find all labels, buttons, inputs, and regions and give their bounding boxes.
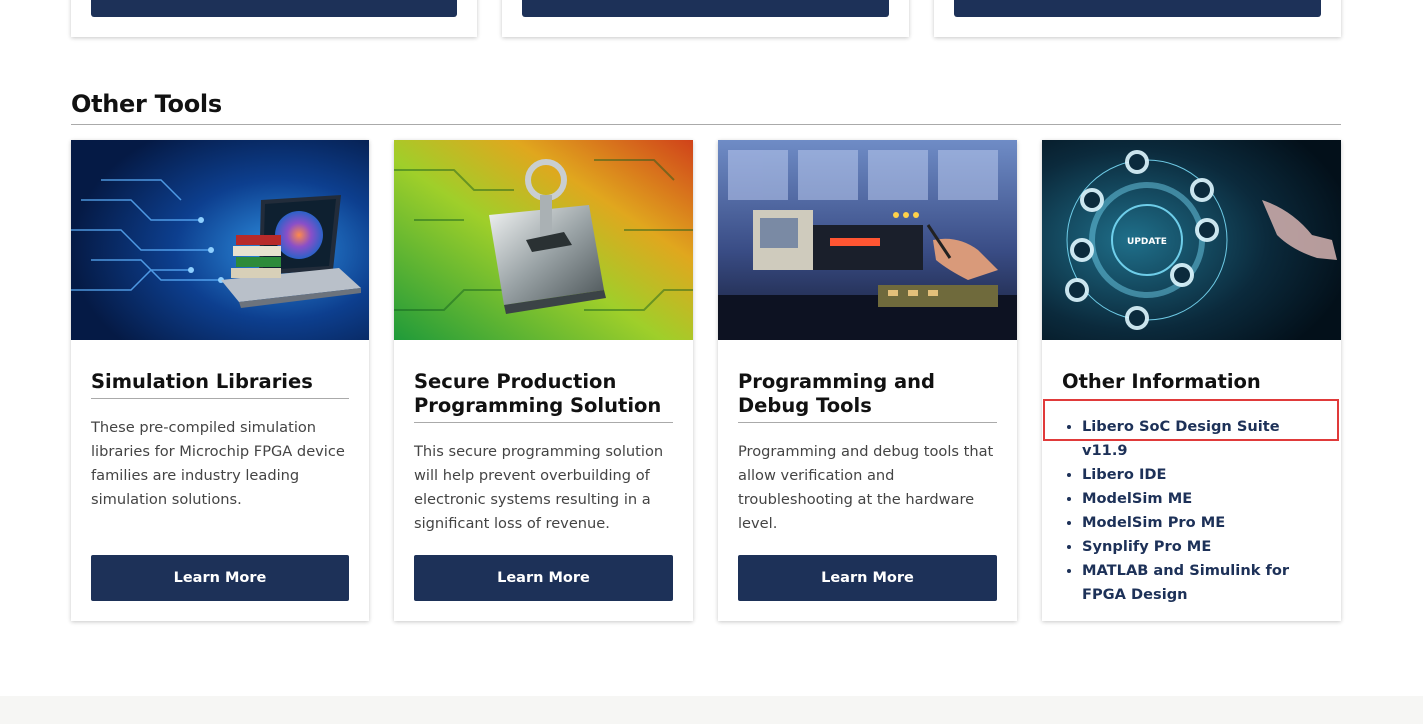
top-card-3 — [934, 0, 1341, 37]
top-card-button[interactable] — [91, 0, 457, 17]
link-modelsim-me[interactable]: ModelSim ME — [1082, 490, 1192, 507]
card-description: These pre-compiled simulation libraries … — [91, 419, 345, 508]
top-card-2 — [502, 0, 909, 37]
link-synplify-pro-me[interactable]: Synplify Pro ME — [1082, 538, 1211, 555]
update-hud-image: UPDATE — [1042, 140, 1341, 340]
footer-band — [0, 696, 1423, 724]
card-title: Secure Production Programming Solution — [414, 370, 673, 423]
card-title: Simulation Libraries — [91, 370, 349, 399]
laptop-books-circuit-image — [71, 140, 369, 340]
card-programming-debug-tools: Programming and Debug Tools Programming … — [718, 140, 1017, 621]
card-other-information: UPDATE Other Information Libero SoC Desi… — [1042, 140, 1341, 621]
card-title: Programming and Debug Tools — [738, 370, 997, 423]
learn-more-button[interactable]: Learn More — [91, 555, 349, 601]
top-card-button[interactable] — [522, 0, 889, 17]
update-hud-text: UPDATE — [1127, 237, 1167, 247]
link-modelsim-pro-me[interactable]: ModelSim Pro ME — [1082, 514, 1225, 531]
section-title: Other Tools — [71, 90, 222, 118]
learn-more-button[interactable]: Learn More — [738, 555, 997, 601]
top-card-button[interactable] — [954, 0, 1321, 17]
card-description: This secure programming solution will he… — [414, 443, 664, 532]
padlock-circuit-image — [394, 140, 693, 340]
top-card-1 — [71, 0, 477, 37]
card-description: Programming and debug tools that allow v… — [738, 443, 994, 532]
section-divider — [71, 124, 1341, 125]
link-matlab-simulink[interactable]: MATLAB and Simulink for FPGA Design — [1082, 562, 1289, 603]
list-item: MATLAB and Simulink for FPGA Design — [1082, 559, 1327, 607]
list-item: ModelSim ME — [1082, 487, 1327, 511]
list-item: Libero IDE — [1082, 463, 1327, 487]
other-information-list: Libero SoC Design Suite v11.9 Libero IDE… — [1062, 415, 1327, 607]
card-title: Other Information — [1062, 370, 1261, 393]
card-simulation-libraries: Simulation Libraries These pre-compiled … — [71, 140, 369, 621]
link-libero-ide[interactable]: Libero IDE — [1082, 466, 1166, 483]
list-item: ModelSim Pro ME — [1082, 511, 1327, 535]
list-item: Synplify Pro ME — [1082, 535, 1327, 559]
lab-bench-probe-image — [718, 140, 1017, 340]
learn-more-button[interactable]: Learn More — [414, 555, 673, 601]
highlight-box — [1043, 399, 1339, 441]
card-secure-production-programming: Secure Production Programming Solution T… — [394, 140, 693, 621]
